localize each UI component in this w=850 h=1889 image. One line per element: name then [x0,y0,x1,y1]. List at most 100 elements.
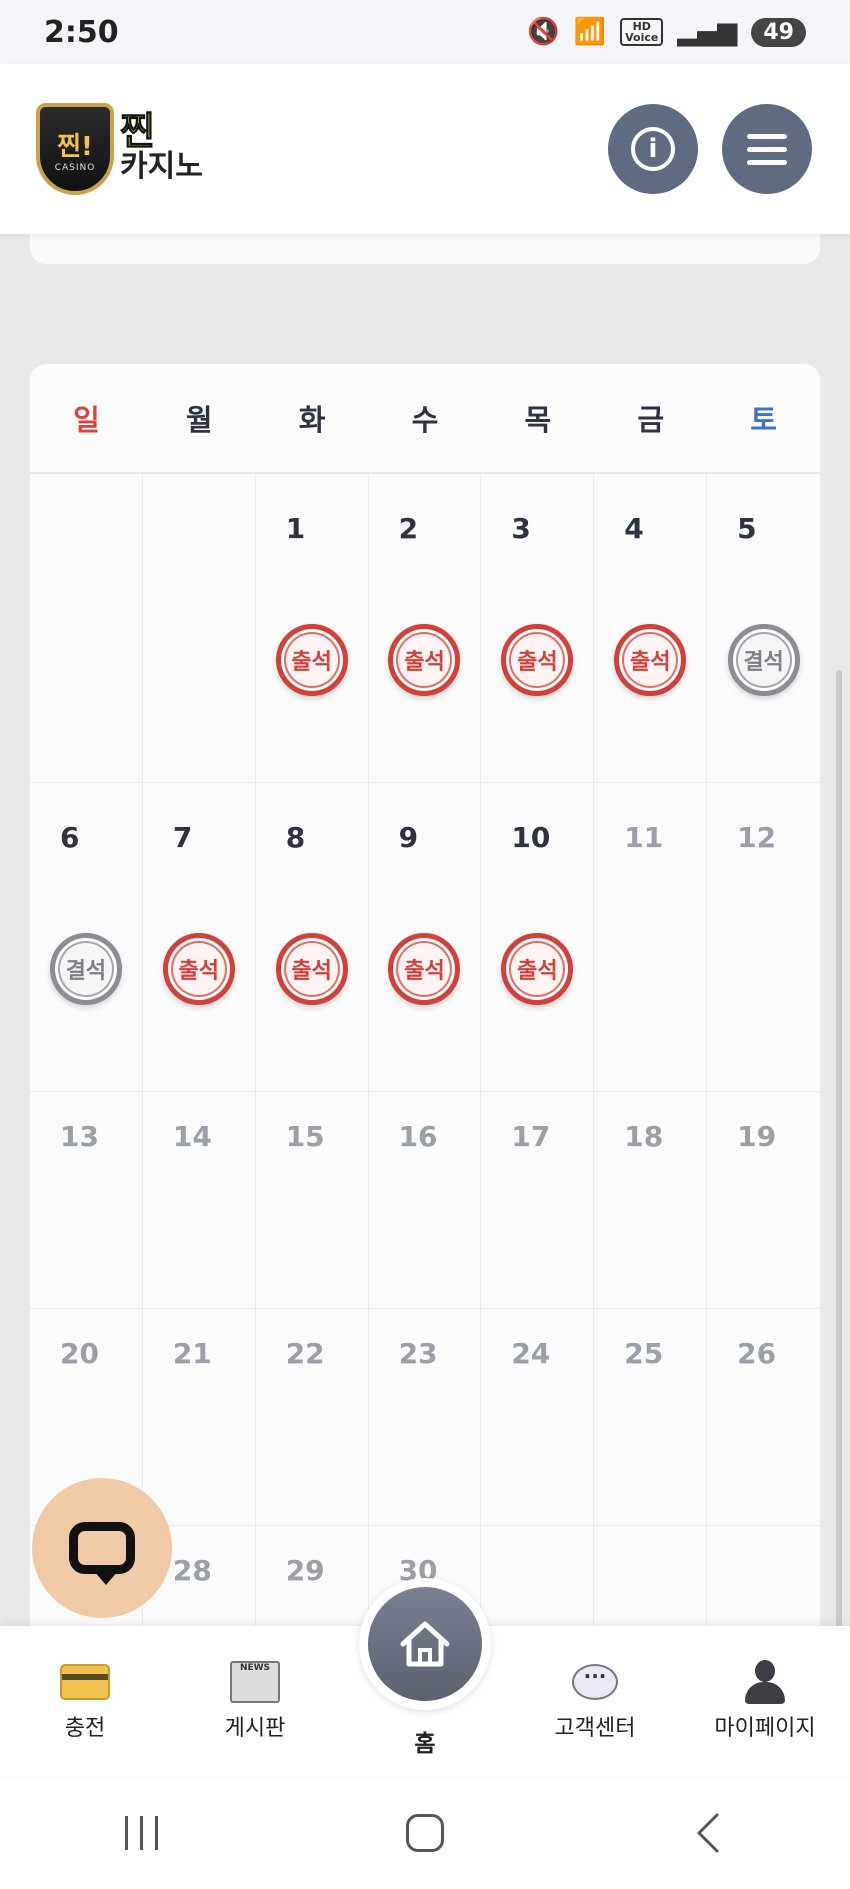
calendar-day-cell[interactable]: 8 출석 [256,783,369,1091]
user-icon [743,1660,787,1704]
calendar-day-cell [143,474,256,782]
day-number: 4 [624,512,644,545]
calendar-day-cell[interactable]: 16 [369,1092,482,1308]
attendance-stamp-present: 출석 [501,933,574,1005]
day-number: 28 [172,1554,212,1587]
day-number: 12 [737,821,777,854]
signal-icon: ▂▄▆ [677,17,738,47]
home-button[interactable] [359,1578,491,1710]
calendar-day-cell[interactable]: 22 [256,1309,369,1525]
hd-voice-icon: HD Voice [620,18,664,46]
weekday-tue: 화 [298,403,326,437]
calendar-day-cell [30,474,143,782]
calendar-day-cell[interactable]: 9 출석 [369,783,482,1091]
info-icon: i [631,127,675,171]
day-number: 29 [285,1554,325,1587]
day-number: 1 [285,512,306,545]
attendance-stamp-present: 출석 [275,933,348,1005]
calendar-day-cell[interactable]: 18 [594,1092,708,1308]
nav-charge[interactable]: 충전 [0,1626,170,1742]
status-bar: 2:50 🔇 📶 HD Voice ▂▄▆ 49 [0,0,850,64]
calendar-day-cell[interactable]: 14 [143,1092,256,1308]
hamburger-icon [747,133,787,165]
day-number: 15 [285,1120,325,1153]
chat-bubble-icon [69,1522,135,1585]
weekday-thu: 목 [524,403,552,437]
nav-board[interactable]: NEWS 게시판 [170,1626,340,1742]
day-number: 18 [624,1120,664,1153]
calendar-day-cell[interactable]: 23 [369,1309,482,1525]
recents-button[interactable] [102,1803,182,1863]
nav-mypage[interactable]: 마이페이지 [680,1626,850,1742]
calendar-day-cell[interactable]: 11 [594,783,708,1091]
scrollbar[interactable] [836,670,842,1670]
calendar-day-cell[interactable]: 26 [707,1309,820,1525]
back-button[interactable] [668,1803,748,1863]
weekday-sun: 일 [73,403,100,437]
logo-text: 찐 카지노 [120,112,203,185]
calendar-day-cell[interactable]: 5 결석 [707,474,820,782]
calendar-week-row: 6 결석 7 출석 8 출석 9 출석 10 출석 11 12 [30,783,820,1092]
weekday-header: 일 월 화 수 목 금 토 [30,364,820,474]
day-number: 11 [624,821,664,854]
calendar-week-row: 1 출석 2 출석 3 출석 4 출석 5 결석 [30,474,820,783]
weekday-sat: 토 [750,403,777,437]
nav-board-label: 게시판 [224,1716,286,1741]
calendar-day-cell[interactable]: 12 [707,783,820,1091]
nav-support[interactable]: ··· 고객센터 [510,1626,680,1742]
calendar-week-row: 20 21 22 23 24 25 26 [30,1309,820,1526]
newspaper-icon: NEWS [230,1661,280,1703]
calendar-day-cell[interactable]: 25 [594,1309,708,1525]
attendance-stamp-absent: 결석 [49,933,122,1005]
weekday-wed: 수 [411,403,439,437]
calendar-day-cell [594,1526,708,1626]
weekday-mon: 월 [185,403,213,437]
status-time: 2:50 [44,14,119,50]
home-icon [400,1621,450,1667]
day-number: 14 [172,1120,212,1153]
system-home-button[interactable] [385,1803,465,1863]
calendar-day-cell[interactable]: 29 [256,1526,369,1626]
calendar-day-cell[interactable]: 7 출석 [143,783,256,1091]
calendar-day-cell[interactable]: 19 [707,1092,820,1308]
nav-support-label: 고객센터 [554,1716,636,1741]
calendar-day-cell[interactable]: 24 [481,1309,595,1525]
attendance-calendar: 일 월 화 수 목 금 토 1 출석 2 출석 3 출석 4 출석 5 결석 6 결석 7 출석 8 출석 9 출… [30,364,820,1626]
calendar-day-cell[interactable]: 4 출석 [594,474,708,782]
day-number: 26 [737,1337,777,1370]
attendance-stamp-present: 출석 [614,624,687,696]
logo-brand-subtitle: 카지노 [120,149,203,184]
attendance-stamp-present: 출석 [388,933,461,1005]
mute-icon: 🔇 [527,17,560,47]
day-number: 19 [737,1120,777,1153]
calendar-day-cell[interactable]: 2 출석 [369,474,482,782]
calendar-day-cell[interactable]: 6 결석 [30,783,143,1091]
header-buttons: i [608,104,812,194]
calendar-day-cell[interactable]: 21 [143,1309,256,1525]
calendar-day-cell[interactable]: 17 [481,1092,595,1308]
recents-icon [125,1815,159,1850]
calendar-day-cell[interactable]: 1 출석 [256,474,369,782]
attendance-stamp-absent: 결석 [727,624,800,696]
calendar-day-cell[interactable]: 13 [30,1092,143,1308]
day-number: 21 [172,1337,212,1370]
day-number: 22 [285,1337,325,1370]
logo[interactable]: 찐! CASINO 찐 카지노 [36,103,203,195]
day-number: 6 [60,821,80,854]
info-button[interactable]: i [608,104,698,194]
calendar-day-cell[interactable]: 15 [256,1092,369,1308]
day-number: 10 [511,821,551,854]
nav-mypage-label: 마이페이지 [714,1716,816,1741]
calendar-day-cell[interactable]: 3 출석 [481,474,595,782]
previous-card-bottom [30,234,820,264]
day-number: 25 [624,1337,664,1370]
calendar-day-cell[interactable]: 10 출석 [481,783,595,1091]
weekday-fri: 금 [637,403,665,437]
system-home-icon [405,1813,444,1852]
menu-button[interactable] [722,104,812,194]
day-number: 5 [737,512,757,545]
calendar-week-row: 13 14 15 16 17 18 19 [30,1092,820,1309]
logo-shield: 찐! CASINO [36,103,114,195]
day-number: 20 [60,1337,99,1370]
chat-button[interactable] [32,1478,172,1618]
